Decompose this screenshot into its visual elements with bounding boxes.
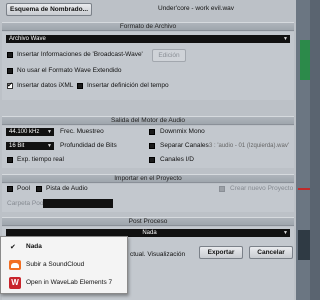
downmix-mono-label: Downmix Mono: [160, 128, 205, 135]
audio-engine-header: Salida del Motor de Audio: [2, 116, 294, 125]
sample-rate-select[interactable]: 44.100 kHz ▼: [6, 128, 54, 136]
cancel-button[interactable]: Cancelar: [249, 246, 293, 259]
downmix-mono-checkbox[interactable]: [149, 129, 155, 135]
file-format-value: Archivo Wave: [9, 36, 46, 42]
pool-folder-label: Carpeta Pool: [7, 200, 45, 207]
no-extended-wave-checkbox[interactable]: [7, 68, 13, 74]
realtime-export-checkbox[interactable]: [7, 157, 13, 163]
lr-channels-label: Canales I/D: [160, 156, 194, 163]
audio-track-label: Pista de Audio: [46, 185, 88, 192]
post-process-header: Post Proceso: [2, 217, 294, 226]
pool-folder-field[interactable]: [43, 199, 113, 208]
wavelab-icon: W: [9, 277, 21, 289]
naming-scheme-button[interactable]: Esquema de Nombrado...: [6, 3, 92, 16]
import-header: Importar en el Proyecto: [2, 174, 294, 183]
split-channels-checkbox[interactable]: [149, 143, 155, 149]
menu-item-wavelab[interactable]: W Open in WaveLab Elements 7: [1, 275, 127, 291]
tempo-label: Insertar definición del tempo: [87, 82, 169, 89]
bwf-checkbox[interactable]: [7, 52, 13, 58]
post-process-menu: ✔ Nada Subir a SoundCloud W Open in Wave…: [0, 236, 128, 294]
bit-depth-label: Profundidad de Bits: [60, 142, 117, 149]
export-button[interactable]: Exportar: [199, 246, 243, 259]
edit-button[interactable]: Edición: [152, 49, 186, 62]
split-channels-label: Separar Canales: [160, 142, 209, 149]
post-process-value: Nada: [142, 230, 157, 236]
background-track: [300, 40, 310, 80]
background-marker: [298, 188, 310, 190]
no-extended-wave-label: No usar el Formato Wave Extendido: [17, 67, 122, 74]
menu-item-label: Nada: [26, 243, 42, 250]
background-project-window: [296, 0, 310, 300]
menu-item-label: Subir a SoundCloud: [26, 261, 85, 268]
bit-depth-select[interactable]: 16 Bit ▼: [6, 142, 54, 150]
new-project-label: Crear nuevo Proyecto: [230, 185, 294, 192]
soundcloud-icon: [9, 260, 21, 270]
menu-item-soundcloud[interactable]: Subir a SoundCloud: [1, 257, 127, 273]
pool-checkbox[interactable]: [7, 186, 13, 192]
tempo-checkbox[interactable]: [77, 83, 83, 89]
ixml-label: Insertar datos iXML: [17, 82, 74, 89]
bit-depth-value: 16 Bit: [9, 143, 25, 149]
checkmark-icon: ✔: [10, 244, 16, 251]
ixml-checkbox[interactable]: [7, 81, 13, 89]
bwf-label: Insertar Informaciones de 'Broadcast-Wav…: [17, 51, 143, 58]
sample-rate-value: 44.100 kHz: [9, 129, 40, 135]
dropdown-arrow-icon: ▼: [283, 230, 288, 236]
dropdown-arrow-icon: ▼: [283, 36, 288, 42]
sample-rate-label: Frec. Muestreo: [60, 128, 104, 135]
realtime-export-label: Exp. tiempo real: [17, 156, 64, 163]
background-track: [298, 230, 310, 260]
split-channels-hint: 3 : 'audio - 01 (Izquierda).wav': [209, 143, 289, 149]
dropdown-arrow-icon: ▼: [47, 129, 52, 135]
file-format-select[interactable]: Archivo Wave ▼: [6, 35, 290, 43]
lr-channels-checkbox[interactable]: [149, 157, 155, 163]
menu-item-label: Open in WaveLab Elements 7: [26, 279, 113, 286]
update-display-label: ctual. Visualización: [130, 251, 186, 258]
menu-item-nada[interactable]: ✔ Nada: [1, 239, 127, 255]
pool-label: Pool: [17, 185, 31, 192]
filename-text: Under'core - work evil.wav: [158, 5, 235, 12]
dropdown-arrow-icon: ▼: [47, 143, 52, 149]
new-project-checkbox[interactable]: [219, 186, 225, 192]
file-format-header: Formato de Archivo: [2, 22, 294, 31]
audio-track-checkbox[interactable]: [36, 186, 42, 192]
